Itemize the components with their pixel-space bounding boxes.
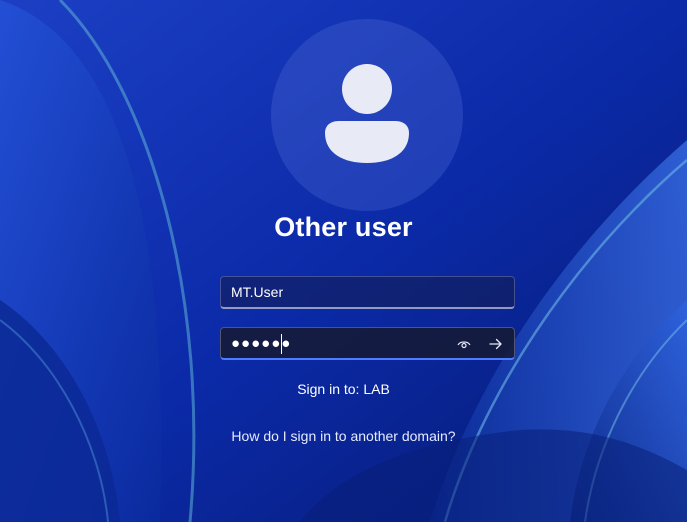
arrow-right-icon[interactable] (483, 328, 509, 359)
text-caret (281, 334, 282, 354)
username-field[interactable] (220, 276, 515, 309)
password-input[interactable] (221, 328, 441, 358)
user-avatar (271, 19, 463, 211)
other-domain-link[interactable]: How do I sign in to another domain? (0, 428, 687, 444)
username-input[interactable] (221, 277, 514, 307)
password-field[interactable] (220, 327, 515, 360)
sign-in-domain-label: Sign in to: LAB (297, 381, 390, 397)
eye-icon[interactable] (451, 328, 477, 359)
user-icon (325, 64, 409, 163)
account-display-name: Other user (274, 212, 413, 242)
